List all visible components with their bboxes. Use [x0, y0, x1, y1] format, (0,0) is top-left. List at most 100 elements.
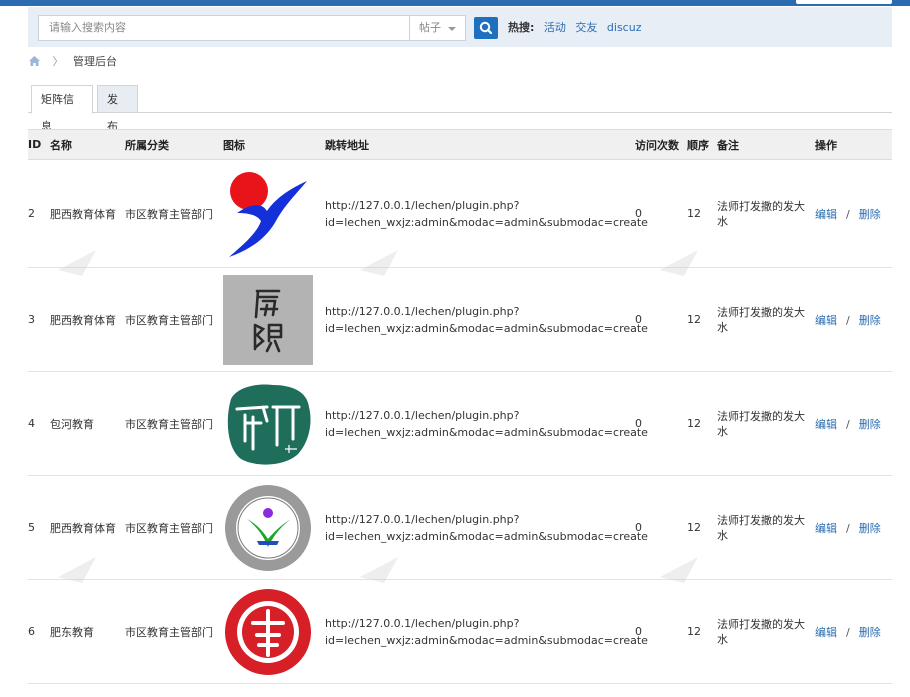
matrix-table: ID 名称 所属分类 图标 跳转地址 访问次数 顺序 备注 操作 2 肥西教育体…: [28, 129, 892, 684]
cell-icon: [223, 267, 325, 372]
tab-matrix-info[interactable]: 矩阵信息: [31, 85, 93, 133]
table-row: 4 包河教育 市区教育主管部门 http://127.0.0.1/lechen/…: [28, 371, 892, 476]
hot-link-activity[interactable]: 活动: [544, 21, 566, 34]
url-line-1: http://127.0.0.1/lechen/plugin.php?: [325, 616, 520, 630]
cell-note: 法师打发撒的发大水: [717, 371, 815, 476]
url-line-2: id=lechen_wxjz:admin&modac=admin&submoda…: [325, 633, 648, 647]
cell-url[interactable]: http://127.0.0.1/lechen/plugin.php? id=l…: [325, 267, 648, 372]
cell-actions: 编辑 / 删除: [815, 579, 892, 684]
cell-actions: 编辑 / 删除: [815, 371, 892, 476]
calligraphy-seal-icon: [223, 274, 313, 365]
header-actions: 操作: [815, 129, 892, 160]
cell-actions: 编辑 / 删除: [815, 267, 892, 372]
hefei-school-round-emblem-icon: [225, 484, 311, 571]
action-separator: /: [846, 625, 850, 639]
action-separator: /: [846, 207, 850, 221]
cell-note: 法师打发撒的发大水: [717, 159, 815, 268]
header-visits: 访问次数: [635, 129, 687, 160]
header-icon: 图标: [223, 129, 325, 160]
cell-actions: 编辑 / 删除: [815, 159, 892, 268]
url-line-1: http://127.0.0.1/lechen/plugin.php?: [325, 408, 520, 422]
cell-category: 市区教育主管部门: [125, 475, 223, 580]
action-separator: /: [846, 417, 850, 431]
cell-visits: 0: [635, 475, 687, 580]
action-separator: /: [846, 521, 850, 535]
edit-link[interactable]: 编辑: [815, 208, 837, 221]
hot-link-friends[interactable]: 交友: [575, 21, 597, 34]
table-row: 2 肥西教育体育 市区教育主管部门 http://127.0.0.1/leche…: [28, 159, 892, 268]
url-line-2: id=lechen_wxjz:admin&modac=admin&submoda…: [325, 529, 648, 543]
url-line-1: http://127.0.0.1/lechen/plugin.php?: [325, 512, 520, 526]
search-type-selected: 帖子: [419, 21, 441, 34]
header-id: ID: [28, 129, 50, 160]
home-icon[interactable]: [28, 55, 41, 67]
delete-link[interactable]: 删除: [859, 522, 881, 535]
tab-bar: 矩阵信息 发布: [28, 84, 892, 133]
cell-category: 市区教育主管部门: [125, 267, 223, 372]
cell-id: 5: [28, 475, 50, 580]
url-line-2: id=lechen_wxjz:admin&modac=admin&submoda…: [325, 321, 648, 335]
cell-id: 6: [28, 579, 50, 684]
cell-url[interactable]: http://127.0.0.1/lechen/plugin.php? id=l…: [325, 159, 648, 268]
cell-note: 法师打发撒的发大水: [717, 267, 815, 372]
breadcrumb-current: 管理后台: [73, 55, 117, 68]
cell-visits: 0: [635, 159, 687, 268]
cell-id: 3: [28, 267, 50, 372]
cell-icon: [223, 159, 325, 268]
blue-red-figure-logo-icon: [229, 171, 307, 257]
delete-link[interactable]: 删除: [859, 208, 881, 221]
delete-link[interactable]: 删除: [859, 626, 881, 639]
edit-link[interactable]: 编辑: [815, 522, 837, 535]
url-line-2: id=lechen_wxjz:admin&modac=admin&submoda…: [325, 425, 648, 439]
header-note: 备注: [717, 129, 815, 160]
cell-order: 12: [687, 579, 717, 684]
cell-url[interactable]: http://127.0.0.1/lechen/plugin.php? id=l…: [325, 371, 648, 476]
cell-url[interactable]: http://127.0.0.1/lechen/plugin.php? id=l…: [325, 579, 648, 684]
cell-name: 肥西教育体育: [50, 267, 125, 372]
url-line-2: id=lechen_wxjz:admin&modac=admin&submoda…: [325, 215, 648, 229]
delete-link[interactable]: 删除: [859, 314, 881, 327]
cell-id: 2: [28, 159, 50, 268]
cell-order: 12: [687, 475, 717, 580]
edit-link[interactable]: 编辑: [815, 314, 837, 327]
search-bar: 请输入搜索内容 帖子 热搜: 活动 交友 discuz: [28, 7, 892, 47]
search-input[interactable]: 请输入搜索内容: [38, 15, 410, 41]
cell-visits: 0: [635, 267, 687, 372]
cell-category: 市区教育主管部门: [125, 371, 223, 476]
cell-note: 法师打发撒的发大水: [717, 579, 815, 684]
header-url: 跳转地址: [325, 129, 635, 160]
cell-icon: [223, 475, 325, 580]
cell-icon: [223, 579, 325, 684]
cell-name: 肥西教育体育: [50, 475, 125, 580]
cell-order: 12: [687, 159, 717, 268]
top-navigation-bar: [0, 0, 910, 6]
url-line-1: http://127.0.0.1/lechen/plugin.php?: [325, 198, 520, 212]
cell-name: 肥西教育体育: [50, 159, 125, 268]
hot-link-discuz[interactable]: discuz: [607, 21, 642, 34]
cell-name: 包河教育: [50, 371, 125, 476]
search-button[interactable]: [474, 17, 498, 39]
tab-publish[interactable]: 发布: [97, 85, 138, 133]
search-type-select[interactable]: 帖子: [410, 15, 466, 41]
red-school-round-emblem-icon: [225, 588, 311, 675]
chevron-down-icon: [448, 27, 456, 31]
cell-order: 12: [687, 371, 717, 476]
cell-url[interactable]: http://127.0.0.1/lechen/plugin.php? id=l…: [325, 475, 648, 580]
cell-category: 市区教育主管部门: [125, 579, 223, 684]
table-row: 6 肥东教育 市区教育主管部门 http://127.0.0.1/lechen/…: [28, 579, 892, 684]
cell-name: 肥东教育: [50, 579, 125, 684]
green-stone-seal-icon: [227, 384, 311, 465]
cell-note: 法师打发撒的发大水: [717, 475, 815, 580]
cell-icon: [223, 371, 325, 476]
table-row: 5 肥西教育体育 市区教育主管部门 http://127.0.0.1/leche…: [28, 475, 892, 580]
hot-search: 热搜: 活动 交友 discuz: [508, 20, 647, 35]
header-order: 顺序: [687, 129, 717, 160]
cell-visits: 0: [635, 579, 687, 684]
edit-link[interactable]: 编辑: [815, 626, 837, 639]
top-search-box[interactable]: [796, 0, 892, 4]
breadcrumb: 〉 管理后台: [28, 55, 117, 69]
table-header-row: ID 名称 所属分类 图标 跳转地址 访问次数 顺序 备注 操作: [28, 129, 892, 160]
edit-link[interactable]: 编辑: [815, 418, 837, 431]
delete-link[interactable]: 删除: [859, 418, 881, 431]
cell-visits: 0: [635, 371, 687, 476]
